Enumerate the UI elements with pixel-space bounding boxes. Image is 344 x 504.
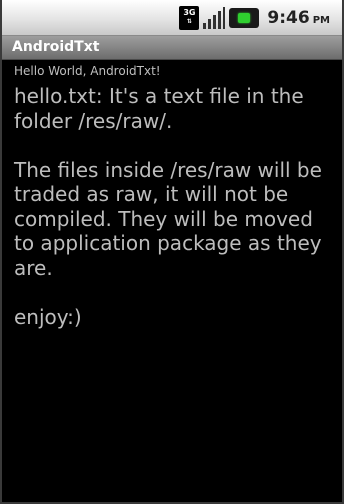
network-3g-icon: 3G ⇅ (179, 6, 200, 30)
clock-ampm: PM (312, 15, 330, 26)
app-title: AndroidTxt (12, 39, 100, 55)
hello-text: Hello World, AndroidTxt! (14, 64, 161, 78)
app-title-bar: AndroidTxt (2, 36, 342, 60)
status-icons: 3G ⇅ 9:46 PM (179, 6, 330, 30)
clock-time: 9:46 (267, 8, 310, 28)
file-content-text: hello.txt: It's a text file in the folde… (14, 84, 322, 329)
signal-strength-icon (203, 7, 226, 29)
device-screen: 3G ⇅ 9:46 PM AndroidTxt Hello World, And… (0, 0, 344, 504)
battery-level-indicator (238, 13, 251, 23)
network-label: 3G (183, 8, 196, 17)
battery-charging-icon (229, 8, 260, 28)
status-bar[interactable]: 3G ⇅ 9:46 PM (2, 0, 342, 36)
clock: 9:46 PM (267, 8, 330, 28)
network-arrows-icon: ⇅ (186, 18, 192, 25)
